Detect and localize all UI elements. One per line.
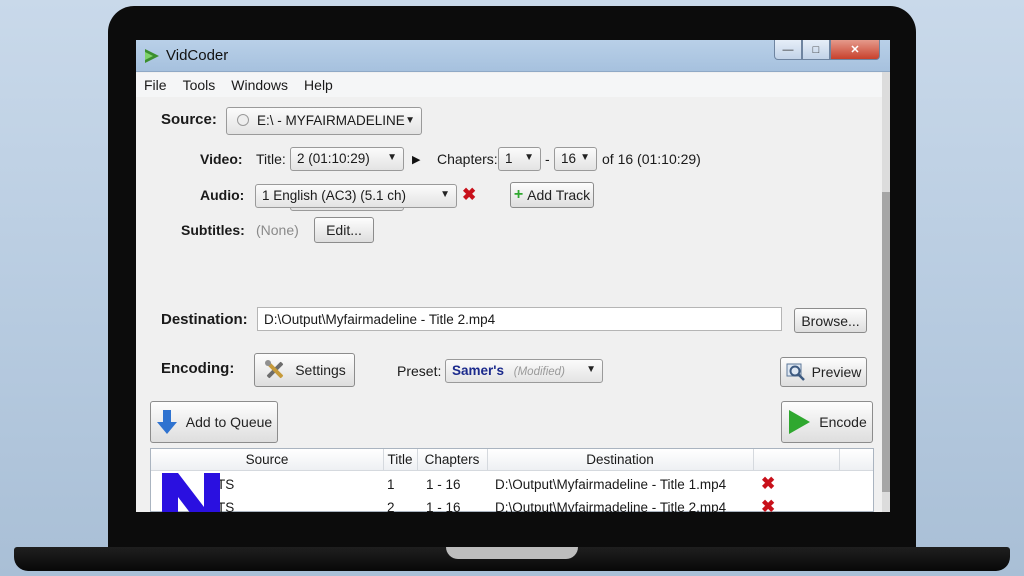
minimize-button[interactable]: — — [774, 40, 802, 60]
audio-label: Audio: — [200, 187, 245, 203]
chapter-start-dropdown[interactable]: 1 ▼ — [498, 147, 541, 171]
settings-label: Settings — [295, 362, 346, 378]
n-overlay-logo-icon — [162, 473, 220, 512]
column-destination[interactable]: Destination — [487, 452, 753, 467]
menu-help[interactable]: Help — [304, 77, 333, 93]
title-value: 2 (01:10:29) — [297, 151, 370, 166]
close-button[interactable]: ✕ — [830, 40, 880, 60]
source-dropdown[interactable]: E:\ - MYFAIRMADELINE ▼ — [226, 107, 422, 135]
add-to-queue-button[interactable]: Add to Queue — [150, 401, 278, 443]
encode-button[interactable]: Encode — [781, 401, 873, 443]
title-label: Title: — [256, 151, 286, 167]
queue-row-title: 2 — [387, 500, 395, 512]
menu-tools[interactable]: Tools — [183, 77, 216, 93]
preset-dropdown[interactable]: Samer's (Modified) ▼ — [445, 359, 603, 383]
subtitles-value: (None) — [256, 222, 299, 238]
column-divider[interactable] — [839, 449, 840, 471]
column-chapters[interactable]: Chapters — [417, 452, 487, 467]
down-arrow-icon — [156, 410, 177, 434]
preview-button[interactable]: Preview — [780, 357, 867, 387]
vertical-scrollbar[interactable] — [882, 72, 890, 512]
video-label: Video: — [200, 151, 243, 167]
remove-queue-item-icon[interactable]: ✖ — [761, 497, 775, 512]
menu-file[interactable]: File — [144, 77, 167, 93]
encode-play-icon — [789, 410, 811, 434]
chevron-down-icon: ▼ — [586, 364, 596, 375]
scrollbar-thumb[interactable] — [882, 192, 890, 492]
queue-row-destination: D:\Output\Myfairmadeline - Title 2.mp4 — [495, 500, 727, 512]
edit-subtitles-button[interactable]: Edit... — [314, 217, 374, 243]
audio-track-dropdown[interactable]: 1 English (AC3) (5.1 ch) ▼ — [255, 184, 457, 208]
vidcoder-logo-icon — [145, 49, 159, 63]
disc-icon — [237, 114, 249, 126]
title-dropdown[interactable]: 2 (01:10:29) ▼ — [290, 147, 404, 171]
queue-row-chapters: 1 - 16 — [426, 477, 461, 492]
column-source[interactable]: Source — [151, 452, 383, 467]
browse-button[interactable]: Browse... — [794, 308, 867, 333]
chapters-total: of 16 (01:10:29) — [602, 151, 701, 167]
destination-path-field[interactable]: D:\Output\Myfairmadeline - Title 2.mp4 — [257, 307, 782, 331]
encode-label: Encode — [819, 414, 867, 430]
tools-icon — [265, 360, 284, 379]
remove-audio-icon[interactable]: ✖ — [462, 185, 476, 205]
chevron-down-icon: ▼ — [580, 152, 590, 163]
add-track-label: Add Track — [527, 187, 591, 203]
chevron-down-icon: ▼ — [524, 152, 534, 163]
queue-row[interactable]: TS 2 1 - 16 D:\Output\Myfairmadeline - T… — [151, 496, 873, 512]
subtitles-label: Subtitles: — [181, 222, 245, 238]
column-title[interactable]: Title — [383, 452, 417, 467]
settings-button[interactable]: Settings — [254, 353, 355, 387]
app-window: VidCoder — □ ✕ File Tools Windows Help S… — [136, 40, 890, 512]
add-to-queue-label: Add to Queue — [185, 414, 273, 430]
chevron-down-icon: ▼ — [440, 189, 450, 200]
queue-row-title: 1 — [387, 477, 395, 492]
window-controls: — □ ✕ — [774, 40, 880, 62]
queue-row-destination: D:\Output\Myfairmadeline - Title 1.mp4 — [495, 477, 727, 492]
menu-bar: File Tools Windows Help — [136, 73, 882, 97]
play-icon[interactable]: ▶ — [412, 153, 420, 166]
queue-header: Source Title Chapters Destination — [151, 449, 873, 471]
add-track-button[interactable]: + Add Track — [510, 182, 594, 208]
queue-list[interactable]: Source Title Chapters Destination TS 1 1… — [150, 448, 874, 512]
chapter-start-value: 1 — [505, 151, 513, 166]
queue-row-chapters: 1 - 16 — [426, 500, 461, 512]
source-value: E:\ - MYFAIRMADELINE — [257, 113, 405, 128]
chapter-end-dropdown[interactable]: 16 ▼ — [554, 147, 597, 171]
preset-label: Preset: — [397, 363, 442, 379]
plus-icon: + — [513, 186, 524, 203]
chevron-down-icon: ▼ — [387, 152, 397, 163]
queue-row[interactable]: TS 1 1 - 16 D:\Output\Myfairmadeline - T… — [151, 473, 873, 497]
preset-modifier: (Modified) — [513, 366, 565, 378]
menu-windows[interactable]: Windows — [231, 77, 288, 93]
audio-track-value: 1 English (AC3) (5.1 ch) — [262, 188, 407, 203]
chapters-label: Chapters: — [437, 151, 498, 167]
preview-label: Preview — [811, 364, 862, 380]
preset-name: Samer's — [452, 363, 504, 378]
main-panel: Source: E:\ - MYFAIRMADELINE ▼ Video: Ti… — [136, 97, 882, 512]
encoding-label: Encoding: — [161, 360, 235, 377]
window-title: VidCoder — [166, 47, 229, 64]
title-bar[interactable]: VidCoder — □ ✕ — [136, 40, 890, 72]
remove-queue-item-icon[interactable]: ✖ — [761, 474, 775, 494]
column-divider[interactable] — [753, 449, 754, 471]
laptop-notch — [446, 547, 578, 559]
chevron-down-icon: ▼ — [405, 115, 415, 126]
chapter-dash: - — [545, 151, 550, 167]
magnifier-icon — [786, 363, 805, 381]
maximize-button[interactable]: □ — [802, 40, 830, 60]
chapter-end-value: 16 — [561, 151, 577, 166]
destination-label: Destination: — [161, 311, 248, 328]
source-label: Source: — [161, 111, 217, 128]
